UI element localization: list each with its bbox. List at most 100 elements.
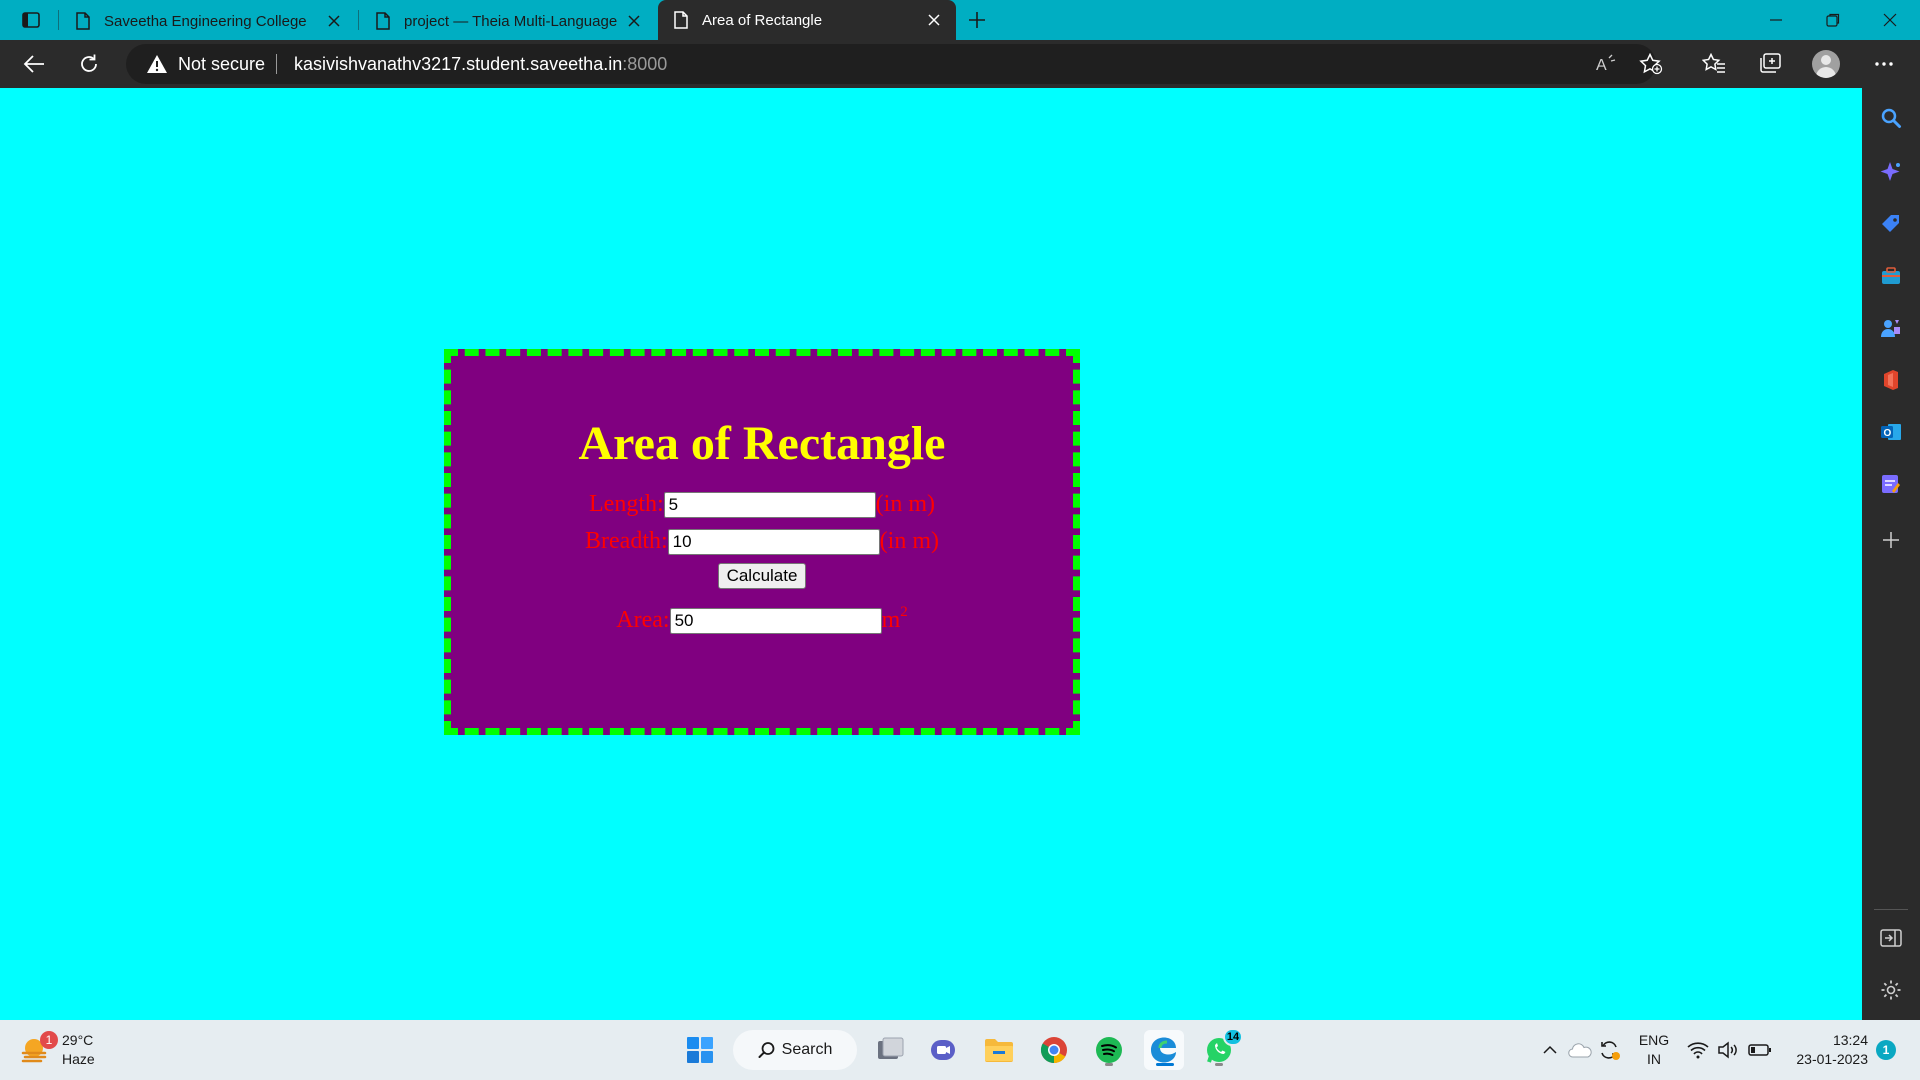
security-indicator[interactable]: Not secure [146,44,265,84]
area-unit-power: 2 [900,604,908,620]
running-indicator [1105,1063,1113,1066]
windows-taskbar: 1 29°C Haze Search 14 ENG IN 13:24 23-01… [0,1020,1920,1080]
spotify-icon[interactable] [1089,1030,1129,1070]
office-icon[interactable] [1875,364,1907,396]
svg-text:O: O [1884,428,1892,439]
avatar [1812,50,1840,78]
tab-title: Area of Rectangle [702,11,823,29]
warning-icon [146,54,168,74]
length-input[interactable] [663,491,876,518]
sidebar-divider [1874,909,1908,910]
refresh-button[interactable] [71,46,107,82]
search-icon [758,1042,775,1058]
sidebar-settings-icon[interactable] [1875,974,1907,1006]
battery-icon[interactable] [1746,1036,1774,1064]
tab-title: Saveetha Engineering College [104,12,307,30]
url-host: kasivishvanathv3217.student.saveetha.in [294,53,623,74]
address-bar[interactable]: Not secure kasivishvanathv3217.student.s… [126,44,1663,84]
length-row: Length: (in m) [451,486,1073,523]
add-favorite-icon[interactable] [1635,48,1667,80]
minimize-button[interactable] [1748,0,1804,40]
tab-theia[interactable]: project — Theia Multi-Language [360,2,656,40]
input-language[interactable]: ENG IN [1638,1031,1670,1069]
profile-avatar[interactable] [1808,46,1844,82]
tools-briefcase-icon[interactable] [1875,260,1907,292]
region-code: IN [1647,1051,1661,1067]
collections-icon[interactable] [1752,46,1788,82]
edge-sidebar: O [1862,88,1920,1020]
search-label: Search [781,1041,833,1058]
discover-icon[interactable] [1875,156,1907,188]
temperature: 29°C [62,1032,94,1048]
length-label: Length: [589,491,664,517]
whatsapp-icon[interactable]: 14 [1199,1028,1243,1070]
file-explorer-icon[interactable] [979,1030,1019,1070]
tab-area-of-rectangle[interactable]: Area of Rectangle [658,0,956,40]
close-tab-icon[interactable] [920,6,948,34]
hide-sidebar-icon[interactable] [1875,922,1907,954]
page-icon [76,12,92,30]
search-icon[interactable] [1875,102,1907,134]
calculate-button[interactable]: Calculate [717,563,807,589]
close-window-button[interactable] [1862,0,1918,40]
area-row: Area: m2 [451,602,1073,639]
tab-actions-icon[interactable] [18,8,44,32]
whatsapp-badge: 14 [1223,1028,1243,1046]
breadth-row: Breadth: (in m) [451,523,1073,560]
task-view-icon[interactable] [870,1030,910,1070]
tab-saveetha[interactable]: Saveetha Engineering College [60,2,356,40]
length-unit: (in m) [875,491,935,517]
tab-separator [58,10,59,30]
close-tab-icon[interactable] [320,7,348,35]
back-button[interactable] [16,46,52,82]
onedrive-icon[interactable] [1566,1036,1594,1064]
teams-chat-icon[interactable] [924,1030,964,1070]
weather-condition: Haze [62,1051,95,1067]
shopping-tag-icon[interactable] [1875,208,1907,240]
page-icon [674,11,690,29]
games-icon[interactable] [1875,312,1907,344]
start-button[interactable] [680,1030,720,1070]
new-tab-button[interactable] [962,6,992,34]
area-output[interactable] [669,607,882,634]
page-heading: Area of Rectangle [578,417,946,470]
outlook-icon[interactable]: O [1875,416,1907,448]
url-port: :8000 [622,53,668,74]
url-text[interactable]: kasivishvanathv3217.student.saveetha.in:… [294,44,667,84]
more-options-icon[interactable] [1866,46,1902,82]
restore-button[interactable] [1805,0,1861,40]
weather-widget[interactable]: 1 29°C Haze [20,1028,95,1072]
calculate-row: Calculate [451,560,1073,592]
taskbar-search[interactable]: Search [733,1030,857,1070]
volume-icon[interactable] [1714,1036,1742,1064]
notification-badge[interactable]: 1 [1876,1040,1896,1060]
date: 23-01-2023 [1796,1051,1868,1067]
close-tab-icon[interactable] [620,7,648,35]
read-aloud-icon[interactable]: A [1590,48,1622,80]
page-icon [376,12,392,30]
weather-haze-icon: 1 [20,1031,58,1065]
area-unit: m [881,607,901,633]
svg-text:A: A [1596,57,1607,74]
running-indicator [1215,1063,1223,1066]
weather-badge: 1 [40,1031,58,1049]
area-label: Area: [616,607,670,633]
favorites-icon[interactable] [1696,46,1732,82]
breadth-unit: (in m) [879,528,939,554]
sync-icon[interactable] [1596,1036,1624,1064]
security-label: Not secure [178,53,266,74]
wifi-icon[interactable] [1684,1036,1712,1064]
url-separator [276,54,277,74]
edge-icon[interactable] [1144,1030,1184,1070]
add-sidebar-app-icon[interactable] [1875,524,1907,556]
tab-title: project — Theia Multi-Language [404,12,618,30]
clock[interactable]: 13:24 23-01-2023 [1784,1031,1868,1069]
calculator-card: Area of Rectangle Length: (in m) Breadth… [444,349,1080,735]
language-code: ENG [1638,1032,1670,1048]
chrome-icon[interactable] [1034,1030,1074,1070]
page-content: Area of Rectangle Length: (in m) Breadth… [0,88,1862,1020]
breadth-input[interactable] [667,528,880,555]
navigation-bar: Not secure kasivishvanathv3217.student.s… [0,40,1920,88]
drop-icon[interactable] [1875,468,1907,500]
show-hidden-icons-chevron-icon[interactable] [1536,1036,1564,1064]
